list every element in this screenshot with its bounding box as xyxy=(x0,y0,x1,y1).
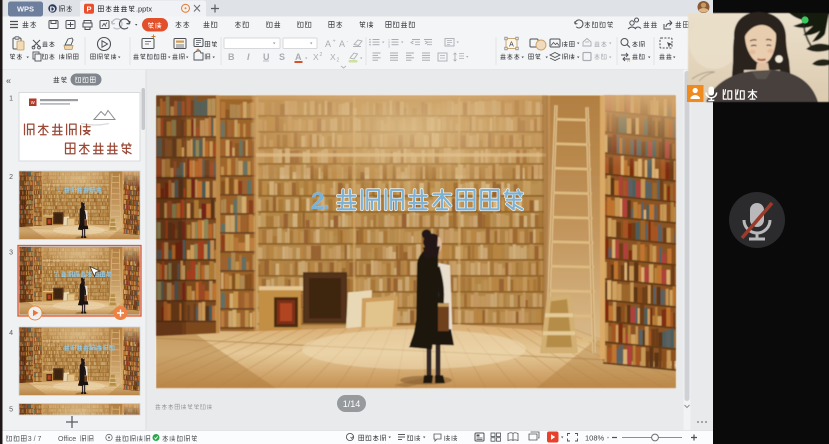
svg-text:A: A xyxy=(295,52,302,62)
svg-text:3.: 3. xyxy=(57,345,62,352)
svg-text:.pptx: .pptx xyxy=(136,5,152,14)
svg-text:WPS: WPS xyxy=(17,5,34,14)
svg-text:S: S xyxy=(279,52,285,62)
svg-text:5: 5 xyxy=(9,407,13,414)
svg-text:2: 2 xyxy=(337,58,340,64)
svg-text:3: 3 xyxy=(9,250,13,257)
svg-text:D: D xyxy=(50,4,56,13)
svg-text:2.: 2. xyxy=(311,188,329,215)
svg-text:+: + xyxy=(333,39,336,45)
svg-text:2: 2 xyxy=(320,52,323,58)
svg-text:A: A xyxy=(627,58,630,63)
svg-text:X: X xyxy=(330,52,336,62)
svg-text:1/14: 1/14 xyxy=(343,399,361,409)
svg-text:X: X xyxy=(313,52,319,62)
svg-text:-: - xyxy=(347,39,349,45)
svg-text:w: w xyxy=(30,100,35,106)
svg-text:B: B xyxy=(228,52,235,62)
svg-text:Office: Office xyxy=(58,436,76,443)
svg-text:4: 4 xyxy=(9,330,13,337)
svg-text:A: A xyxy=(509,42,514,49)
svg-text:U: U xyxy=(263,52,270,62)
svg-text:3 / 7: 3 / 7 xyxy=(28,436,42,443)
svg-text:«: « xyxy=(6,76,11,86)
svg-text:A: A xyxy=(339,39,345,49)
svg-text:108%: 108% xyxy=(585,434,605,443)
svg-text:1.: 1. xyxy=(57,187,62,194)
svg-text:2.: 2. xyxy=(54,272,59,279)
svg-text:A: A xyxy=(325,39,331,49)
svg-text:3: 3 xyxy=(388,44,390,48)
svg-text:2: 2 xyxy=(9,174,13,181)
svg-text:1: 1 xyxy=(9,96,13,103)
svg-text:P: P xyxy=(86,5,91,14)
